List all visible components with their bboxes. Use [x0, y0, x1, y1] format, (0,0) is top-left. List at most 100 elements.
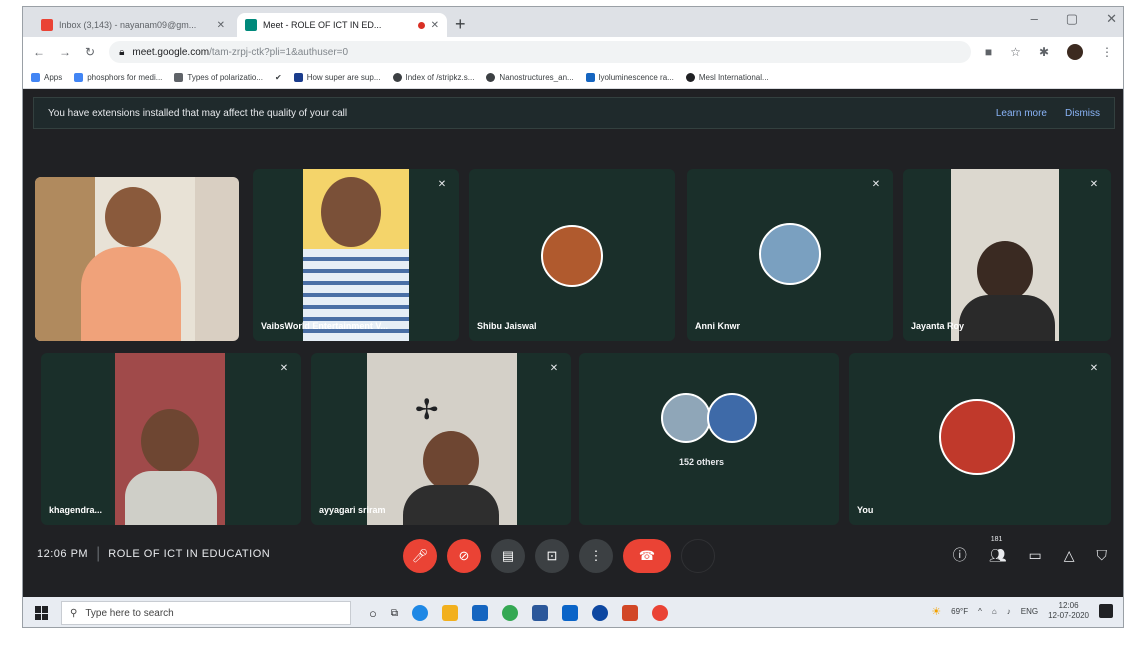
- hang-up-icon: ☎: [638, 548, 656, 563]
- screenshot-frame: Inbox (3,143) - nayanam09@gm... ✕ Meet -…: [22, 6, 1124, 628]
- taskbar-search[interactable]: ⚲ Type here to search: [61, 601, 351, 625]
- dismiss-button[interactable]: Dismiss: [1065, 108, 1100, 119]
- mic-toggle-button[interactable]: 🎤︎: [403, 539, 437, 573]
- tray-time: 12:06: [1058, 601, 1079, 610]
- windows-start-icon[interactable]: [35, 606, 49, 620]
- host-controls-icon[interactable]: ⛉: [1097, 547, 1108, 564]
- participant-video: [423, 431, 479, 491]
- participant-tile[interactable]: ✢ ✕ ayyagari sriram: [311, 353, 571, 525]
- meet-call-area: You have extensions installed that may a…: [23, 89, 1123, 597]
- system-tray: ☀ 69°F ^ ⌂ ♪ ENG 12:06 12-07-2020: [931, 601, 1113, 621]
- participant-tile[interactable]: 152 others: [579, 353, 839, 525]
- participant-video: [81, 247, 181, 341]
- lock-icon: 🔒︎: [119, 46, 125, 58]
- activities-icon[interactable]: △: [1064, 547, 1075, 564]
- bookmark-item[interactable]: Types of polarizatio...: [174, 73, 263, 82]
- participant-tile[interactable]: [35, 177, 239, 341]
- clock[interactable]: 12:06 12-07-2020: [1048, 601, 1089, 621]
- participant-video: [141, 409, 199, 473]
- participant-avatar: [707, 393, 757, 443]
- avatar[interactable]: [1067, 44, 1083, 60]
- more-vert-icon: ⋮: [589, 548, 603, 563]
- maximize-button[interactable]: ▢: [1066, 11, 1078, 27]
- address-bar[interactable]: 🔒︎ meet.google.com/tam-zrpj-ctk?pli=1&au…: [109, 41, 971, 63]
- window-controls: – ▢ ✕: [1031, 11, 1117, 27]
- app-icon[interactable]: [592, 605, 608, 621]
- participant-tile[interactable]: ✕ khagendra...: [41, 353, 301, 525]
- bookmark-item[interactable]: How super are sup...: [293, 73, 381, 82]
- tab-gmail[interactable]: Inbox (3,143) - nayanam09@gm... ✕: [33, 13, 233, 37]
- cortana-icon[interactable]: ○: [369, 606, 377, 621]
- tab-title: Inbox (3,143) - nayanam09@gm...: [59, 20, 197, 30]
- present-icon: ⊡: [546, 548, 558, 563]
- participant-tile[interactable]: ✕ You: [849, 353, 1111, 525]
- reaction-button[interactable]: [681, 539, 715, 573]
- mail-icon[interactable]: [562, 605, 578, 621]
- page-icon: [585, 73, 595, 82]
- captions-icon: ▤: [501, 548, 515, 563]
- chrome-icon[interactable]: [502, 605, 518, 621]
- close-window-button[interactable]: ✕: [1106, 11, 1117, 27]
- globe-icon: [392, 73, 402, 82]
- people-button[interactable]: 181 👥︎: [988, 536, 1007, 564]
- new-tab-button[interactable]: +: [455, 14, 466, 35]
- file-explorer-icon[interactable]: [442, 605, 458, 621]
- forward-icon[interactable]: →: [59, 45, 71, 59]
- bookmark-item[interactable]: Mesl International...: [685, 73, 769, 82]
- word-icon[interactable]: [532, 605, 548, 621]
- tab-meet[interactable]: Meet - ROLE OF ICT IN ED... ✕: [237, 13, 447, 37]
- extension-warning-banner: You have extensions installed that may a…: [33, 97, 1115, 129]
- weather-temp[interactable]: 69°F: [951, 607, 968, 616]
- bookmark-item[interactable]: lyoluminescence ra...: [585, 73, 674, 82]
- bookmark-item[interactable]: ✔: [275, 73, 282, 82]
- chevron-up-icon[interactable]: ^: [978, 607, 982, 616]
- store-icon[interactable]: [472, 605, 488, 621]
- bookmark-item[interactable]: Apps: [31, 73, 62, 82]
- menu-icon[interactable]: ⋮: [1101, 45, 1113, 59]
- task-view-icon[interactable]: ⧉: [391, 608, 398, 619]
- participant-name: ayyagari sriram: [319, 505, 386, 515]
- mic-off-icon: ✕: [279, 363, 289, 374]
- bookmark-item[interactable]: Nanostructures_an...: [486, 73, 574, 82]
- captions-button[interactable]: ▤: [491, 539, 525, 573]
- learn-more-link[interactable]: Learn more: [996, 108, 1047, 119]
- present-button[interactable]: ⊡: [535, 539, 569, 573]
- star-icon[interactable]: ☆: [1010, 45, 1021, 59]
- bookmark-item[interactable]: phosphors for medi...: [74, 73, 162, 82]
- participant-tile[interactable]: ✕ Anni Knwr: [687, 169, 893, 341]
- participant-avatar: [759, 223, 821, 285]
- tab-title: Meet - ROLE OF ICT IN ED...: [263, 20, 382, 30]
- minimize-button[interactable]: –: [1031, 11, 1038, 27]
- notification-icon[interactable]: [1099, 604, 1113, 618]
- reload-icon[interactable]: ↻: [85, 45, 95, 59]
- network-icon[interactable]: ⌂: [992, 607, 997, 616]
- camera-toggle-button[interactable]: ⊘: [447, 539, 481, 573]
- bookmark-item[interactable]: Index of /stripkz.s...: [392, 73, 474, 82]
- mic-off-icon: ✕: [1089, 179, 1099, 190]
- volume-icon[interactable]: ♪: [1007, 607, 1011, 616]
- participant-tile[interactable]: ✕ VaibsWorld Entertainment V...: [253, 169, 459, 341]
- participant-name: Shibu Jaiswal: [477, 321, 537, 331]
- recording-dot-icon: [417, 21, 425, 29]
- powerpoint-icon[interactable]: [622, 605, 638, 621]
- people-count: 181: [990, 535, 1003, 543]
- people-icon: 👥︎: [988, 546, 1007, 563]
- participant-video: ✢: [415, 394, 439, 425]
- chat-icon[interactable]: ▭: [1028, 547, 1041, 564]
- info-icon[interactable]: ⓘ: [953, 545, 967, 565]
- participant-video: [977, 241, 1033, 301]
- camera-indicator-icon[interactable]: ■: [985, 45, 992, 59]
- more-options-button[interactable]: ⋮: [579, 539, 613, 573]
- close-tab-icon[interactable]: ✕: [217, 20, 225, 31]
- leave-call-button[interactable]: ☎: [623, 539, 671, 573]
- extensions-icon[interactable]: ✱: [1039, 45, 1049, 59]
- back-icon[interactable]: ←: [33, 45, 45, 59]
- participant-avatar: [939, 399, 1015, 475]
- close-tab-icon[interactable]: ✕: [431, 20, 439, 31]
- participant-tile[interactable]: Shibu Jaiswal: [469, 169, 675, 341]
- google-icon: [74, 73, 84, 82]
- chrome-icon[interactable]: [652, 605, 668, 621]
- language[interactable]: ENG: [1021, 607, 1038, 616]
- participant-tile[interactable]: ✕ Jayanta Roy: [903, 169, 1111, 341]
- edge-icon[interactable]: [412, 605, 428, 621]
